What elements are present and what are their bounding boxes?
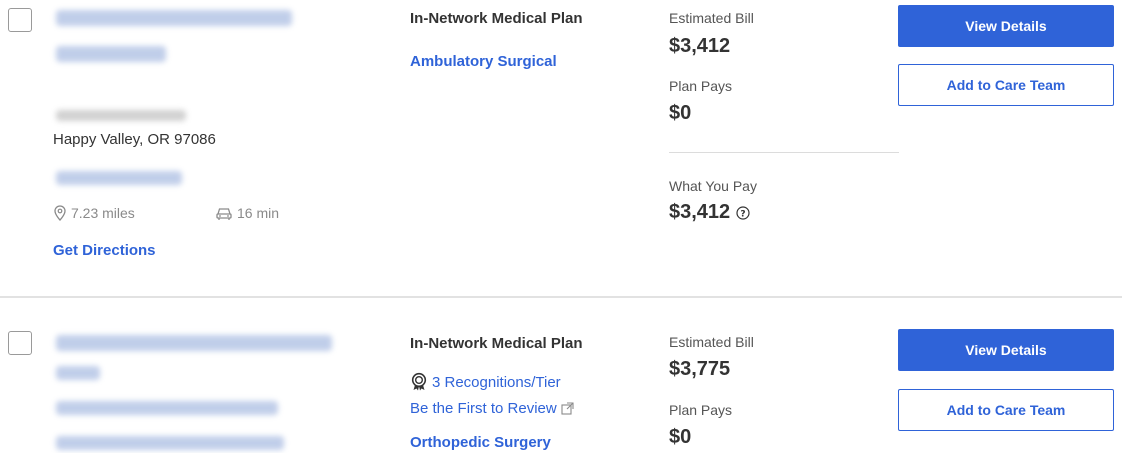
distance-value: 7.23 miles (71, 205, 135, 221)
recognitions-link[interactable]: 3 Recognitions/Tier (410, 372, 561, 392)
provider-group-redacted-line2[interactable] (56, 436, 284, 450)
recognitions-label: 3 Recognitions/Tier (432, 373, 561, 391)
add-to-care-team-button[interactable]: Add to Care Team (898, 64, 1114, 106)
plan-pays-label: Plan Pays (669, 78, 733, 94)
view-details-button[interactable]: View Details (898, 5, 1114, 47)
view-details-button[interactable]: View Details (898, 329, 1114, 371)
plan-pays-value: $0 (669, 426, 692, 448)
drive-time-value: 16 min (237, 205, 280, 221)
provider-card: In-Network Medical Plan 3 Recognitions/T… (0, 300, 1122, 453)
add-to-care-team-button[interactable]: Add to Care Team (898, 389, 1114, 431)
provider-name-redacted-line2[interactable] (56, 46, 166, 62)
provider-card: Happy Valley, OR 97086 7.23 miles 16 min… (0, 0, 1122, 298)
estimated-bill-label: Estimated Bill (669, 334, 754, 350)
award-ribbon-icon (410, 372, 428, 392)
distance: 7.23 miles (53, 205, 135, 221)
svg-text:?: ? (741, 209, 746, 219)
card-divider (0, 296, 1122, 298)
street-address-redacted (56, 110, 186, 121)
provider-name-redacted[interactable] (56, 335, 332, 351)
city-state-zip: Happy Valley, OR 97086 (53, 131, 216, 148)
estimated-bill-value: $3,412 (669, 35, 731, 57)
estimated-bill-value: $3,775 (669, 358, 731, 380)
what-you-pay-value: $3,412 (669, 201, 731, 223)
provider-group-redacted[interactable] (56, 401, 278, 415)
plan-pays-label: Plan Pays (669, 402, 733, 418)
select-provider-checkbox[interactable] (8, 8, 32, 32)
plan-title: In-Network Medical Plan (410, 335, 583, 352)
plan-pays-value: $0 (669, 102, 692, 124)
review-link-label: Be the First to Review (410, 400, 557, 417)
what-you-pay: $3,412 ? (669, 201, 750, 224)
provider-credential-redacted[interactable] (56, 366, 100, 380)
external-link-icon (561, 402, 574, 415)
location-pin-icon (53, 205, 67, 221)
cost-divider (669, 152, 899, 153)
help-circle-icon[interactable]: ? (736, 205, 750, 220)
review-link[interactable]: Be the First to Review (410, 400, 574, 417)
specialty-link[interactable]: Orthopedic Surgery (410, 434, 551, 451)
plan-title: In-Network Medical Plan (410, 10, 583, 27)
drive-time: 16 min (215, 205, 279, 221)
car-icon (215, 205, 233, 221)
phone-number-redacted[interactable] (56, 171, 182, 185)
what-you-pay-label: What You Pay (669, 178, 757, 194)
specialty-link[interactable]: Ambulatory Surgical (410, 53, 557, 70)
provider-name-redacted[interactable] (56, 10, 292, 26)
get-directions-link[interactable]: Get Directions (53, 242, 156, 259)
estimated-bill-label: Estimated Bill (669, 10, 754, 26)
select-provider-checkbox[interactable] (8, 331, 32, 355)
